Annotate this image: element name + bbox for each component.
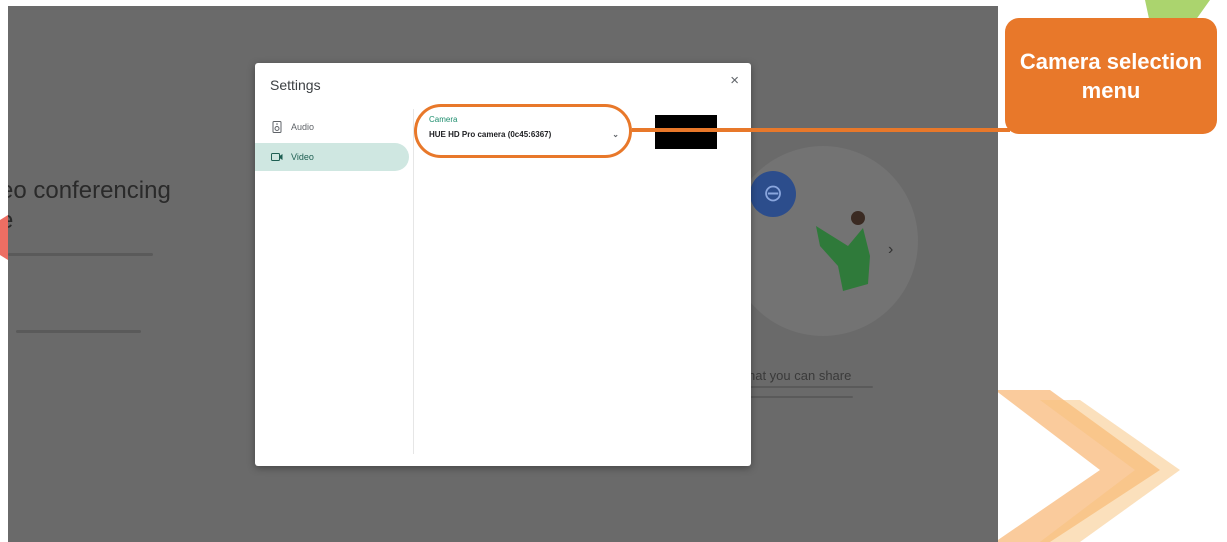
- background-text-line: [743, 396, 853, 398]
- callout-connector-line: [632, 128, 1010, 132]
- camera-preview: [655, 115, 717, 149]
- highlight-oval: [414, 104, 632, 158]
- person-illustration: [816, 211, 870, 291]
- link-icon: ⊖: [750, 171, 796, 217]
- nav-item-video[interactable]: Video: [255, 143, 409, 171]
- background-share-title: hat you can share: [748, 368, 852, 383]
- dialog-title: Settings: [270, 77, 321, 93]
- background-text-line: [743, 386, 873, 388]
- speaker-icon: [272, 121, 282, 133]
- nav-item-audio[interactable]: Audio: [255, 113, 409, 141]
- carousel-next-icon: ›: [888, 241, 894, 258]
- callout-box: Camera selection menu: [1005, 18, 1217, 134]
- nav-item-label: Audio: [291, 122, 315, 132]
- background-headline: eo conferencing e: [8, 177, 171, 234]
- close-icon[interactable]: ×: [730, 72, 739, 89]
- callout-text: Camera selection menu: [1019, 49, 1203, 103]
- nav-item-label: Video: [291, 152, 314, 162]
- settings-nav: Audio Video: [255, 109, 414, 454]
- background-text-line: [8, 253, 153, 256]
- background-text-line: [16, 330, 141, 333]
- video-camera-icon: [271, 153, 283, 161]
